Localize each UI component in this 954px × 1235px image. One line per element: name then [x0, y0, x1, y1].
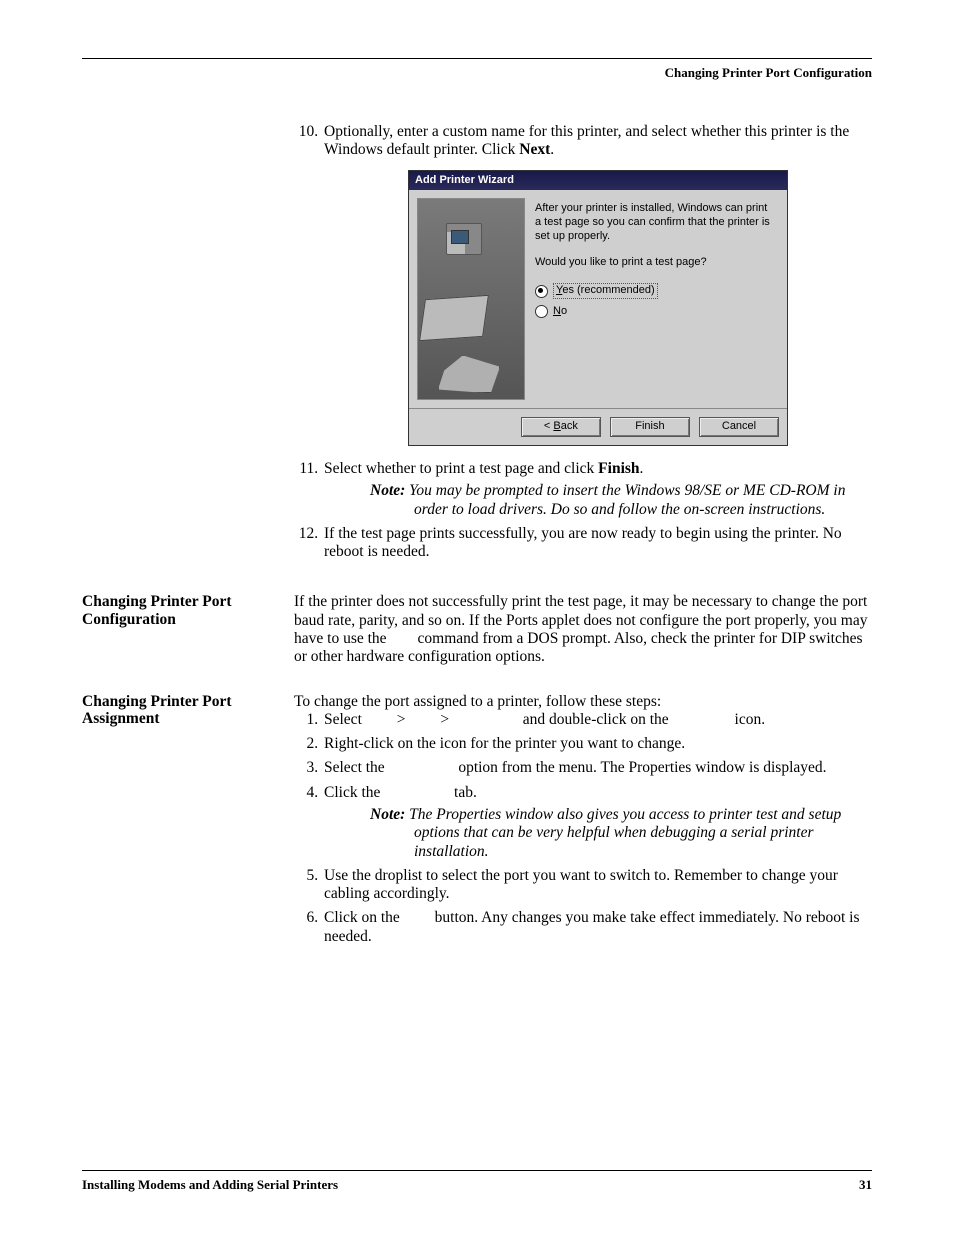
running-header: Changing Printer Port Configuration — [82, 65, 872, 81]
section-assign-body: To change the port assigned to a printer… — [294, 693, 872, 952]
step-after: . — [640, 460, 644, 477]
assign-step-6: Click on the button. Any changes you mak… — [322, 909, 872, 946]
note-body: The Properties window also gives you acc… — [409, 806, 841, 860]
radio-yes[interactable]: Yes (recommended) — [535, 283, 775, 299]
note-body: You may be prompted to insert the Window… — [409, 482, 845, 517]
wizard-computer-icon — [446, 223, 482, 255]
step-10: Optionally, enter a custom name for this… — [322, 123, 872, 446]
wizard-text-area: After your printer is installed, Windows… — [525, 198, 779, 400]
section-assign-heading: Changing Printer Port Assignment — [82, 693, 294, 729]
note-label: Note: — [370, 482, 405, 499]
section-config: Changing Printer Port Configuration If t… — [82, 593, 872, 666]
radio-yes-dot — [535, 285, 548, 298]
step-text: If the test page prints successfully, yo… — [324, 525, 842, 560]
wizard-sidebar-image — [417, 198, 525, 400]
note-label: Note: — [370, 806, 405, 823]
page: Changing Printer Port Configuration Opti… — [0, 0, 954, 1235]
radio-yes-label: Yes (recommended) — [553, 283, 658, 299]
wizard-titlebar: Add Printer Wizard — [409, 171, 787, 191]
cancel-button[interactable]: Cancel — [699, 417, 779, 437]
finish-button[interactable]: Finish — [610, 417, 690, 437]
assign-step-4: Click the tab. Note: The Properties wind… — [322, 784, 872, 861]
assign-step-4-note: Note: The Properties window also gives y… — [354, 806, 872, 861]
main-block-1: Optionally, enter a custom name for this… — [82, 123, 872, 567]
section-config-heading: Changing Printer Port Configuration — [82, 593, 294, 629]
step-11: Select whether to print a test page and … — [322, 460, 872, 519]
step-bold: Next — [519, 141, 550, 158]
step-12: If the test page prints successfully, yo… — [322, 525, 872, 562]
assign-step-2: Right-click on the icon for the printer … — [322, 735, 872, 753]
assign-step-1: Select > > and double-click on the icon. — [322, 711, 872, 729]
footer-page-number: 31 — [859, 1177, 872, 1193]
wizard-button-bar: < Back Finish Cancel — [409, 408, 787, 445]
wizard-printer-icon — [419, 295, 489, 341]
wizard-paper-icon — [438, 355, 500, 393]
step-bold: Finish — [598, 460, 639, 477]
wizard-intro-text: After your printer is installed, Windows… — [535, 202, 775, 243]
section-assign: Changing Printer Port Assignment To chan… — [82, 693, 872, 952]
wizard-screenshot: Add Printer Wizard After your printer is… — [408, 170, 788, 447]
step-11-note: Note: You may be prompted to insert the … — [354, 482, 872, 519]
assign-step-5: Use the droplist to select the port you … — [322, 867, 872, 904]
header-rule — [82, 58, 872, 59]
assign-steps: Select > > and double-click on the icon.… — [294, 711, 872, 946]
wizard-body: After your printer is installed, Windows… — [409, 190, 787, 408]
back-button[interactable]: < Back — [521, 417, 601, 437]
radio-no-label: No — [553, 305, 567, 319]
footer-left: Installing Modems and Adding Serial Prin… — [82, 1177, 338, 1193]
page-footer: Installing Modems and Adding Serial Prin… — [82, 1170, 872, 1193]
footer-rule — [82, 1170, 872, 1171]
step-after: . — [550, 141, 554, 158]
ordered-steps-a: Optionally, enter a custom name for this… — [294, 123, 872, 446]
wizard-question: Would you like to print a test page? — [535, 256, 775, 270]
ordered-steps-b: Select whether to print a test page and … — [294, 460, 872, 561]
section-assign-intro: To change the port assigned to a printer… — [294, 693, 872, 711]
step-text: Optionally, enter a custom name for this… — [324, 123, 849, 158]
section-config-body: If the printer does not successfully pri… — [294, 593, 872, 666]
assign-step-3: Select the option from the menu. The Pro… — [322, 759, 872, 777]
step-text: Select whether to print a test page and … — [324, 460, 598, 477]
radio-no[interactable]: No — [535, 305, 775, 319]
radio-no-dot — [535, 305, 548, 318]
